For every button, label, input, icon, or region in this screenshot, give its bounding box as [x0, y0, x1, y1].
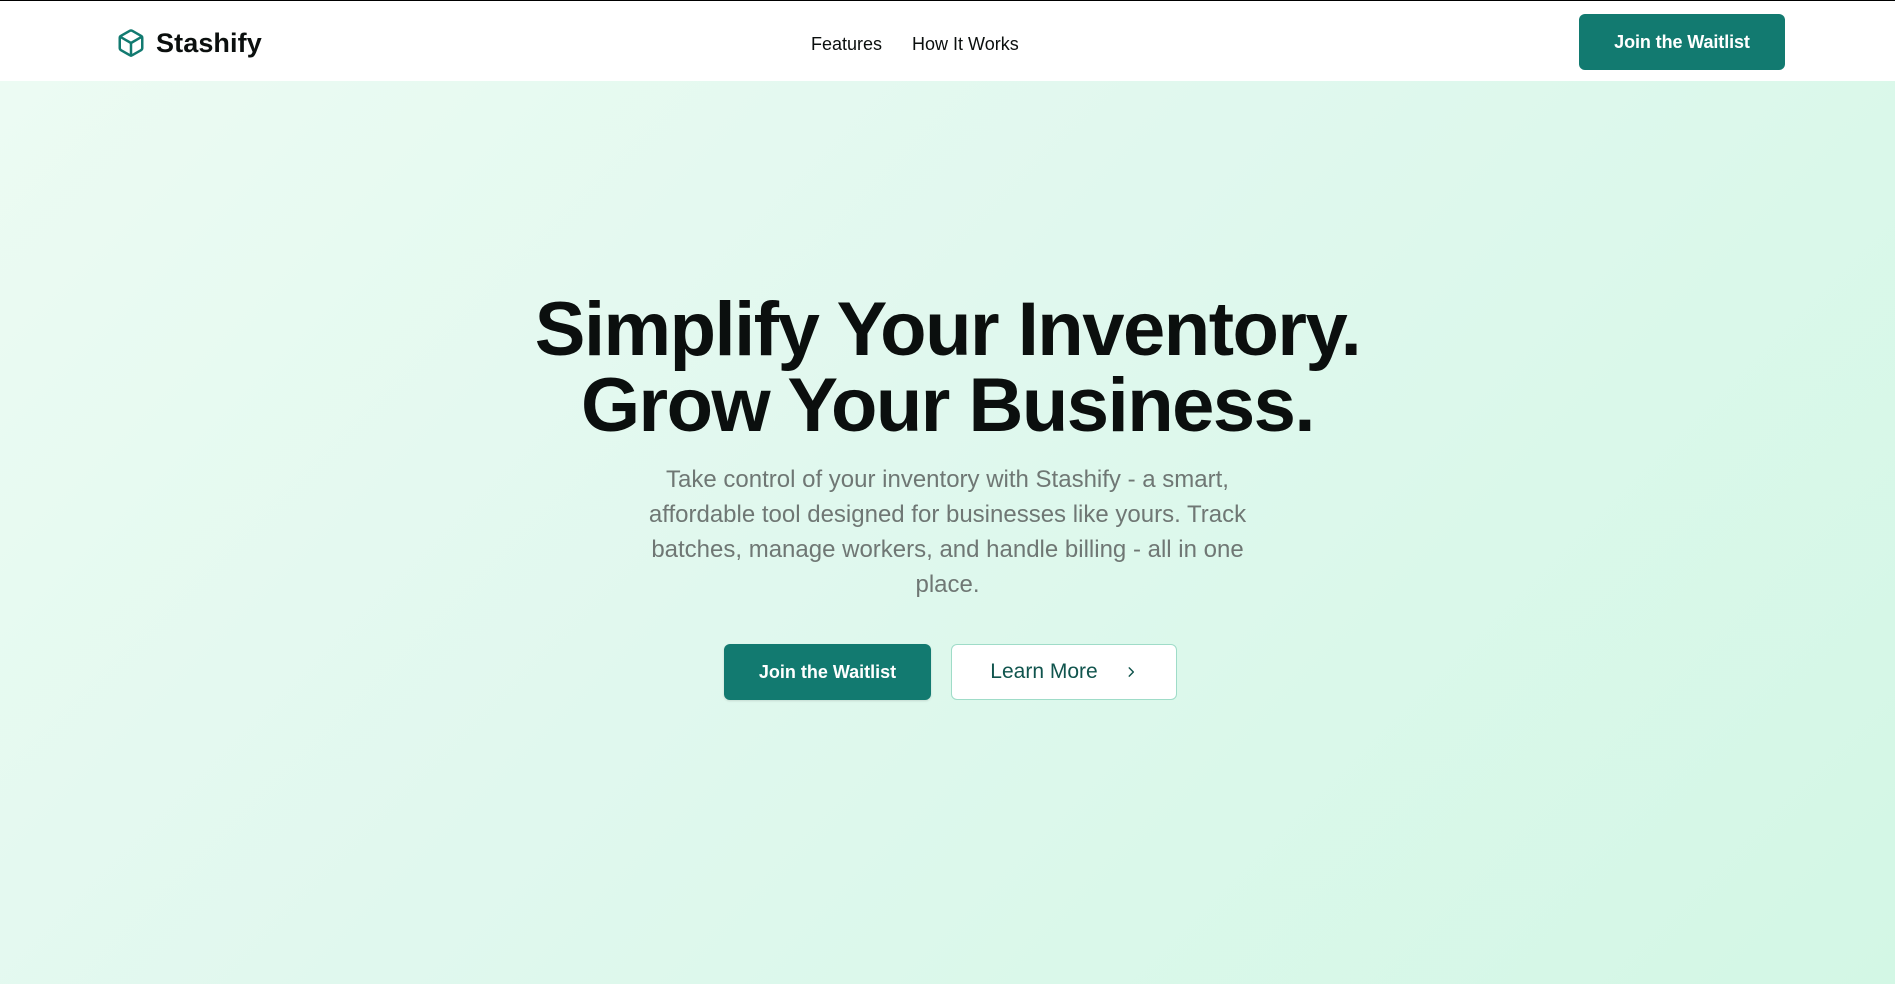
cube-icon	[116, 28, 146, 58]
learn-more-label: Learn More	[990, 660, 1098, 683]
hero-join-waitlist-button[interactable]: Join the Waitlist	[724, 644, 931, 700]
nav-features-link[interactable]: Features	[811, 30, 882, 58]
hero-title-line-1: Simplify Your Inventory.	[534, 287, 1362, 372]
hero-subtitle: Take control of your inventory with Stas…	[648, 466, 1247, 598]
chevron-right-icon	[1124, 665, 1138, 679]
site-header: Stashify Features How It Works Join the …	[0, 1, 1895, 81]
hero-title: Simplify Your Inventory. Grow Your Busin…	[0, 292, 1895, 444]
header-join-waitlist-button[interactable]: Join the Waitlist	[1579, 14, 1785, 70]
learn-more-button[interactable]: Learn More	[951, 644, 1177, 700]
brand-logo-link[interactable]: Stashify	[116, 25, 262, 61]
nav-how-it-works-link[interactable]: How It Works	[912, 30, 1019, 58]
brand-name: Stashify	[156, 28, 262, 58]
hero-title-line-2: Grow Your Business.	[580, 363, 1316, 448]
main-nav: Features How It Works	[811, 30, 1019, 58]
